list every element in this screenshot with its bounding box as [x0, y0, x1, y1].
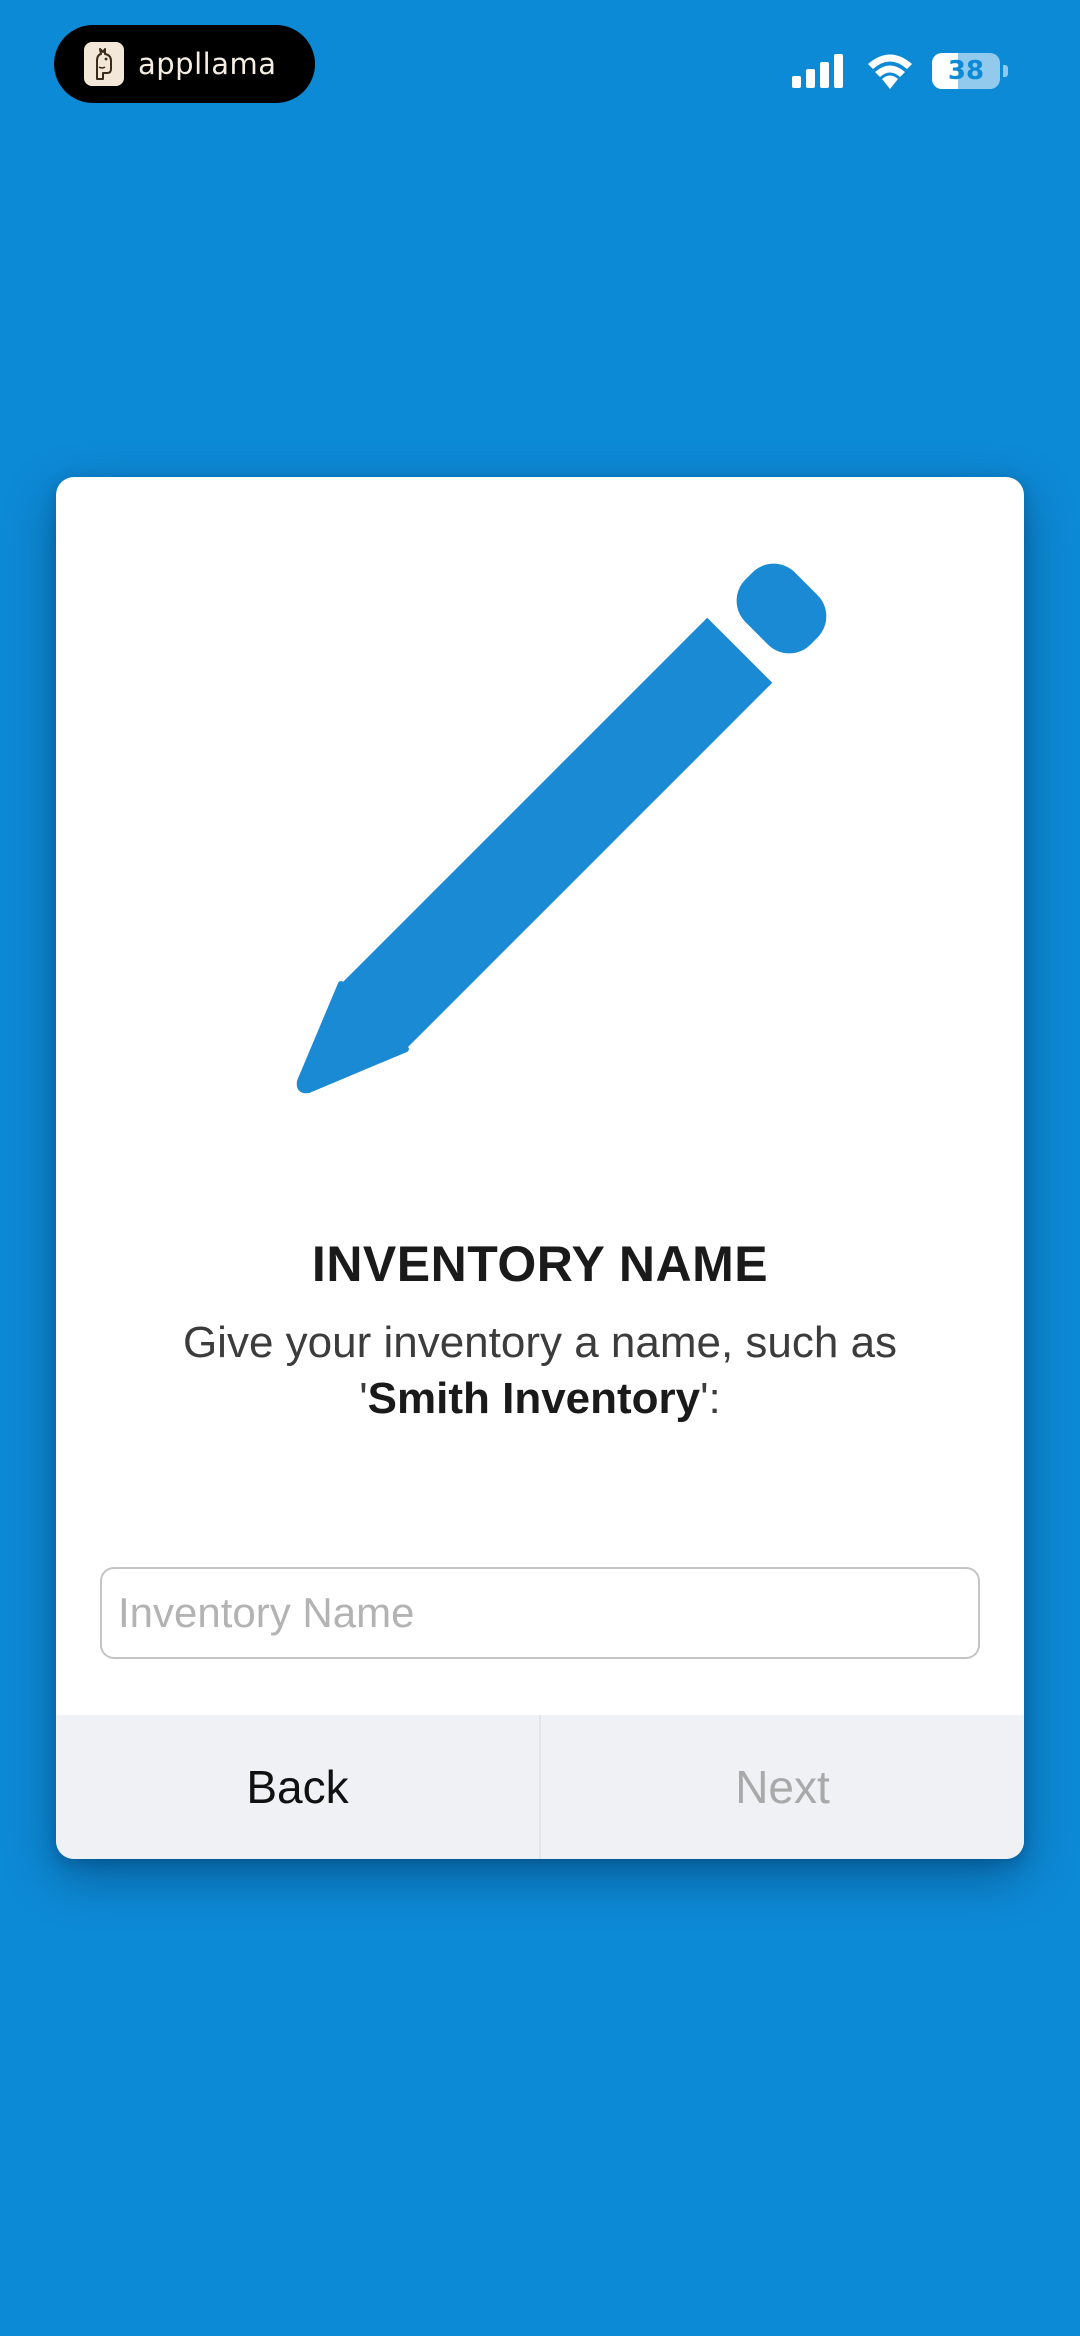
inventory-name-input[interactable]: [100, 1567, 980, 1659]
app-badge: appllama: [54, 25, 315, 103]
card-title: INVENTORY NAME: [311, 1236, 769, 1292]
description-example: Smith Inventory: [367, 1374, 701, 1423]
status-icons: 38: [792, 48, 1008, 94]
inventory-name-card: INVENTORY NAME Give your inventory a nam…: [56, 477, 1024, 1859]
card-footer: Back Next: [56, 1715, 1024, 1859]
description-quote-close: ':: [700, 1374, 721, 1423]
card-description: Give your inventory a name, such as 'Smi…: [96, 1315, 984, 1427]
battery-nub: [1003, 65, 1008, 77]
signal-icon: [792, 54, 843, 88]
back-button[interactable]: Back: [56, 1715, 539, 1859]
description-quote-open: ': [359, 1374, 368, 1423]
battery-level: 38: [947, 56, 985, 86]
app-badge-label: appllama: [138, 47, 277, 81]
wifi-icon: [868, 54, 912, 89]
description-prefix: Give your inventory a name, such as: [182, 1318, 898, 1367]
battery-icon: 38: [932, 53, 1000, 89]
next-button[interactable]: Next: [541, 1715, 1024, 1859]
pencil-icon: [296, 563, 827, 1094]
llama-logo-icon: [84, 42, 124, 86]
